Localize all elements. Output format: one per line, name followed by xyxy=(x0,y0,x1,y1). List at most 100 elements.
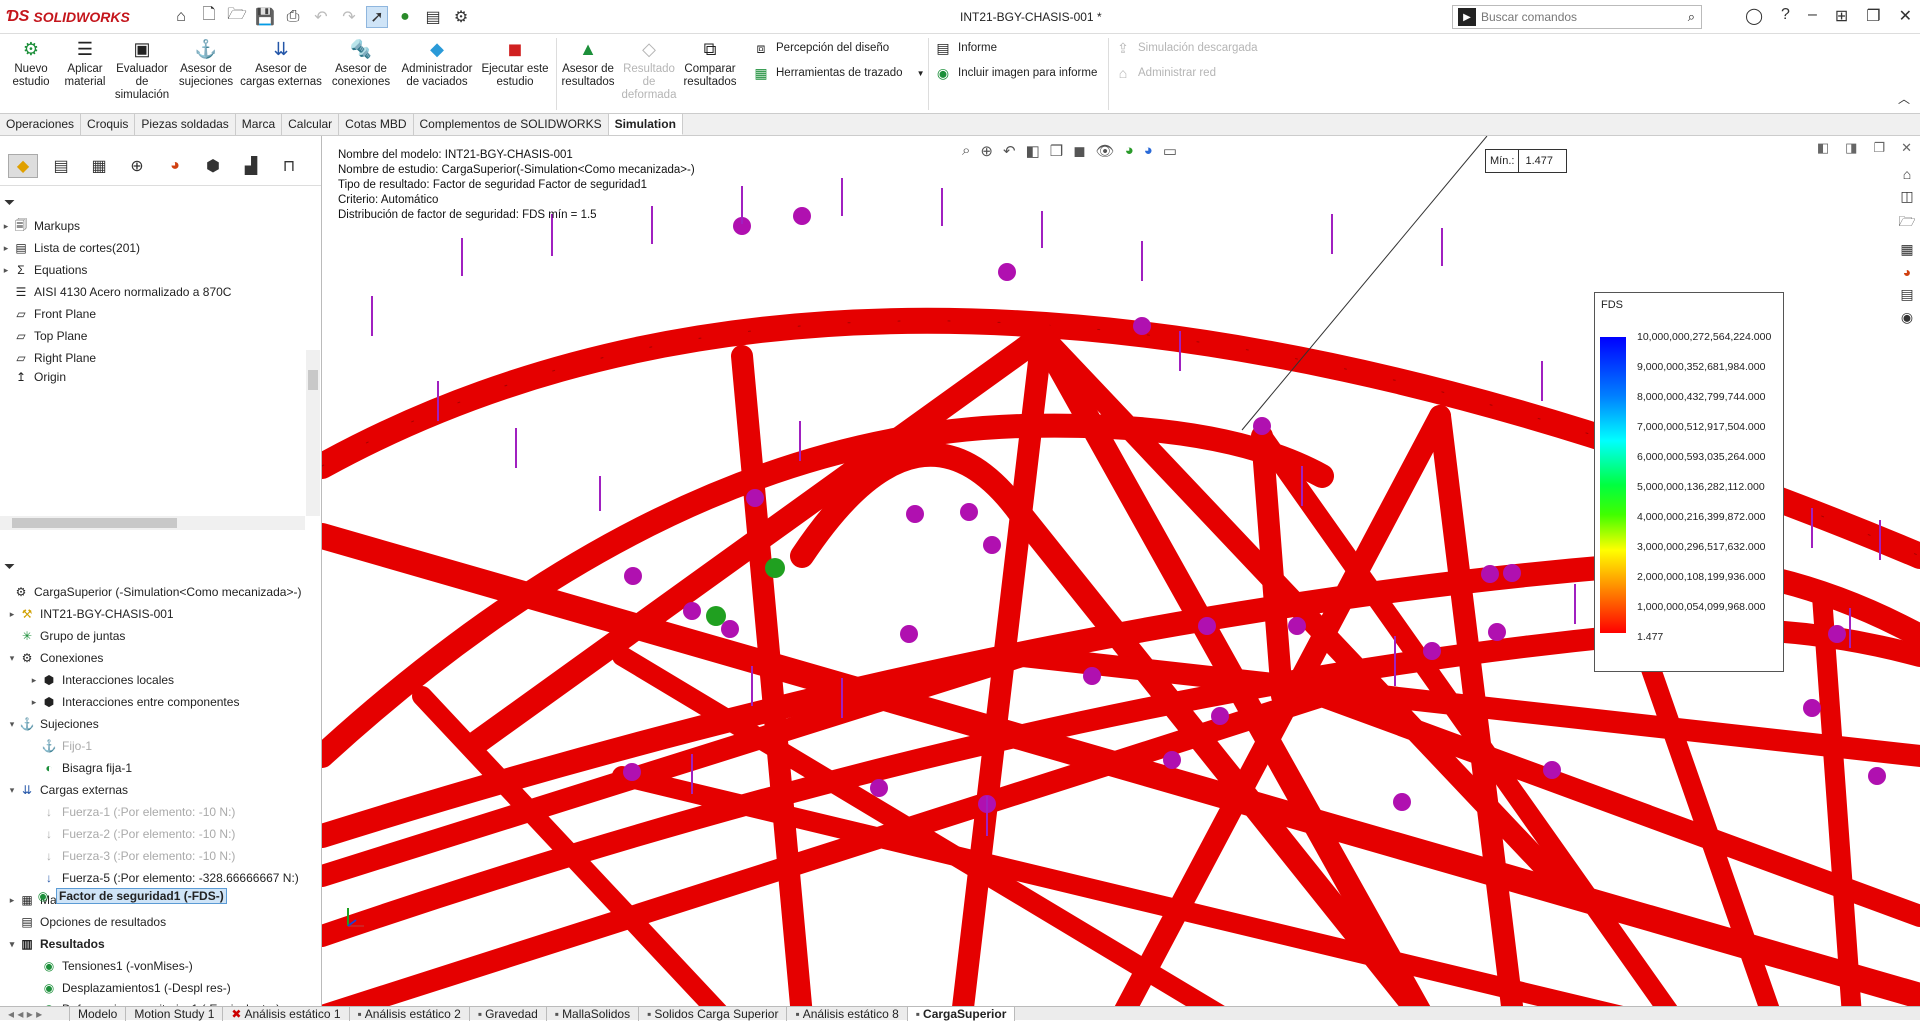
fos-color-legend[interactable]: FDS 10,000,000,272,564,224.000 9,000,000… xyxy=(1594,292,1784,672)
view-settings-icon[interactable]: ▭ xyxy=(1163,142,1177,160)
tree-item-equations[interactable]: ▸ Σ Equations xyxy=(0,260,88,280)
tree-item-external-loads[interactable]: ▾ ⇊ Cargas externas xyxy=(6,780,128,800)
tab-carga-superior[interactable]: ▪ CargaSuperior xyxy=(907,1006,1016,1021)
close-icon[interactable]: ✕ xyxy=(1899,6,1912,26)
feature-tree-hscroll[interactable] xyxy=(0,516,305,530)
tree-item-fixtures[interactable]: ▾ ⚓ Sujeciones xyxy=(6,714,99,734)
tree-item-top-plane[interactable]: ▱ Top Plane xyxy=(0,326,87,346)
tree-item-connections[interactable]: ▾ ⚙ Conexiones xyxy=(6,648,104,668)
search-input[interactable]: Buscar comandos xyxy=(1481,10,1682,24)
gear-icon[interactable]: ⚙ xyxy=(450,6,472,28)
undo-icon[interactable]: ↶ xyxy=(310,6,332,28)
view-orientation-icon[interactable]: ❒ xyxy=(1050,142,1063,160)
display-style-icon[interactable]: ◼ xyxy=(1073,142,1085,160)
tab-analisis-estatico-8[interactable]: ▪ Análisis estático 8 xyxy=(787,1006,908,1021)
property-manager-icon[interactable]: ▤ xyxy=(46,154,76,178)
restore-icon[interactable]: ❐ xyxy=(1866,6,1880,26)
previous-view-icon[interactable]: ↶ xyxy=(1003,142,1016,160)
tree-item-markups[interactable]: ▸ 🗐 Markups xyxy=(0,216,80,236)
tree-item-stress[interactable]: ◉ Tensiones1 (-vonMises-) xyxy=(28,956,193,976)
file-properties-icon[interactable]: ▤ xyxy=(422,6,444,28)
tree-item-cut-list[interactable]: ▸ ▤ Lista de cortes(201) xyxy=(0,238,140,258)
tab-malla-solidos[interactable]: ▪ MallaSolidos xyxy=(547,1006,640,1021)
custom-properties-icon[interactable]: ▤ xyxy=(1900,286,1913,303)
tree-item-front-plane[interactable]: ▱ Front Plane xyxy=(0,304,96,324)
tree-item-fixed-1[interactable]: ⚓ Fijo-1 xyxy=(28,736,93,756)
tree-item-force-1[interactable]: ↓ Fuerza-1 (:Por elemento: -10 N:) xyxy=(28,802,235,822)
restore-icon[interactable]: ❐ xyxy=(1873,140,1885,156)
feature-tree-vscroll[interactable] xyxy=(306,350,320,516)
tab-calcular[interactable]: Calcular xyxy=(282,114,340,135)
external-loads-advisor-button[interactable]: ⇊ Asesor de cargas externas xyxy=(240,38,322,89)
solidworks-logo[interactable]: ƊS SOLIDWORKS xyxy=(0,0,130,34)
tree-item-component-interactions[interactable]: ▸ ⬢ Interacciones entre componentes xyxy=(28,692,240,712)
tree-item-factor-of-safety[interactable]: ◉ Factor de seguridad1 (-FDS-) xyxy=(34,886,227,906)
help-icon[interactable]: ? xyxy=(1781,6,1790,26)
new-study-button[interactable]: ⚙ Nuevo estudio xyxy=(6,38,56,89)
tree-item-joint-group[interactable]: ✳ Grupo de juntas xyxy=(6,626,125,646)
results-advisor-button[interactable]: ▲ Asesor de resultados xyxy=(560,38,616,89)
filter-icon[interactable]: ⏷ xyxy=(4,558,15,575)
design-insight-button[interactable]: ⧈ Percepción del diseño xyxy=(752,39,890,57)
feature-manager-icon[interactable]: ◆ xyxy=(8,153,38,178)
cam-icon[interactable]: ⬢ xyxy=(198,154,228,178)
collapse-ribbon-icon[interactable]: ︿ xyxy=(1898,90,1910,107)
tree-item-displacement[interactable]: ◉ Desplazamientos1 (-Despl res-) xyxy=(28,978,231,998)
solidworks-forum-icon[interactable]: ◉ xyxy=(1901,309,1913,326)
tree-item-origin[interactable]: ↥ Origin xyxy=(0,370,66,384)
tab-simulation[interactable]: Simulation xyxy=(608,114,683,135)
user-icon[interactable]: ◯ xyxy=(1745,6,1763,26)
close-icon[interactable]: ✕ xyxy=(1901,140,1912,156)
edit-appearance-icon[interactable]: ◕ xyxy=(1125,142,1134,160)
search-icon[interactable]: ⌕ xyxy=(1682,9,1701,25)
tree-item-force-3[interactable]: ↓ Fuerza-3 (:Por elemento: -10 N:) xyxy=(28,846,235,866)
graphics-area[interactable]: Nombre del modelo: INT21-BGY-CHASIS-001 … xyxy=(322,136,1920,1008)
hide-show-icon[interactable]: 👁 xyxy=(1096,142,1115,160)
fixtures-advisor-button[interactable]: ⚓ Asesor de sujeciones xyxy=(176,38,236,89)
print-icon[interactable]: ⎙ xyxy=(282,6,304,28)
manage-network-button[interactable]: ⌂ Administrar red xyxy=(1114,64,1216,82)
tab-solidos-carga-superior[interactable]: ▪ Solidos Carga Superior xyxy=(639,1006,788,1021)
tree-item-results[interactable]: ▾ ▥ Resultados xyxy=(6,934,105,954)
tab-scroll-arrows[interactable]: ◂ ◂ ▸ ▸ xyxy=(0,1006,70,1021)
tile-icon[interactable]: ⊞ xyxy=(1835,6,1848,26)
connections-advisor-button[interactable]: 🔩 Asesor de conexiones xyxy=(326,38,396,89)
redo-icon[interactable]: ↷ xyxy=(338,6,360,28)
tree-item-material[interactable]: ☰ AISI 4130 Acero normalizado a 870C xyxy=(0,282,232,302)
appearances-icon[interactable]: ◕ xyxy=(1903,264,1911,280)
tree-item-result-options[interactable]: ▤ Opciones de resultados xyxy=(6,912,166,932)
tab-complementos[interactable]: Complementos de SOLIDWORKS xyxy=(414,114,609,135)
apply-scene-icon[interactable]: ◕ xyxy=(1144,142,1153,160)
minimize-icon[interactable]: – xyxy=(1808,6,1817,26)
view-palette-icon[interactable]: ▦ xyxy=(1900,241,1913,258)
min-value-callout[interactable]: Mín.: 1.477 xyxy=(1485,149,1567,173)
tree-item-force-2[interactable]: ↓ Fuerza-2 (:Por elemento: -10 N:) xyxy=(28,824,235,844)
select-pointer-icon[interactable]: ➚ xyxy=(366,5,388,28)
configuration-manager-icon[interactable]: ▦ xyxy=(84,154,114,178)
tile-right-icon[interactable]: ◨ xyxy=(1845,140,1857,156)
tree-item-right-plane[interactable]: ▱ Right Plane xyxy=(0,348,96,368)
traffic-light-icon[interactable]: ● xyxy=(394,6,416,28)
dimxpert-icon[interactable]: ⊕ xyxy=(122,154,152,178)
tab-cotas-mbd[interactable]: Cotas MBD xyxy=(339,114,414,135)
scroll-thumb[interactable] xyxy=(308,370,318,390)
resources-icon[interactable]: ◫ xyxy=(1900,188,1913,205)
simulation-icon[interactable]: ▟ xyxy=(236,154,266,178)
tab-analisis-estatico-1[interactable]: ✖ Análisis estático 1 xyxy=(223,1006,350,1021)
new-document-icon[interactable]: 🗋 xyxy=(198,6,220,28)
tab-marca[interactable]: Marca xyxy=(236,114,283,135)
tree-item-model[interactable]: ▸ ⚒ INT21-BGY-CHASIS-001 xyxy=(6,604,174,624)
section-view-icon[interactable]: ◧ xyxy=(1026,142,1040,160)
include-image-report-button[interactable]: ◉ Incluir imagen para informe xyxy=(934,64,1097,82)
tree-item-fixed-hinge-1[interactable]: ◐ Bisagra fija-1 xyxy=(28,758,132,778)
open-folder-icon[interactable]: 🗁 xyxy=(226,6,248,28)
tab-piezas-soldadas[interactable]: Piezas soldadas xyxy=(135,114,236,135)
shell-manager-button[interactable]: ◆ Administrador de vaciados xyxy=(398,38,476,89)
simulation-evaluator-button[interactable]: ▣ Evaluador de simulación xyxy=(112,38,172,102)
tab-modelo[interactable]: Modelo xyxy=(70,1006,127,1021)
tree-item-study[interactable]: ⚙ CargaSuperior (-Simulation<Como mecaniz… xyxy=(0,582,302,602)
tile-left-icon[interactable]: ◧ xyxy=(1817,140,1829,156)
home-icon[interactable]: ⌂ xyxy=(1903,166,1911,182)
scroll-thumb[interactable] xyxy=(12,518,177,528)
file-explorer-icon[interactable]: 🗁 xyxy=(1898,211,1915,235)
